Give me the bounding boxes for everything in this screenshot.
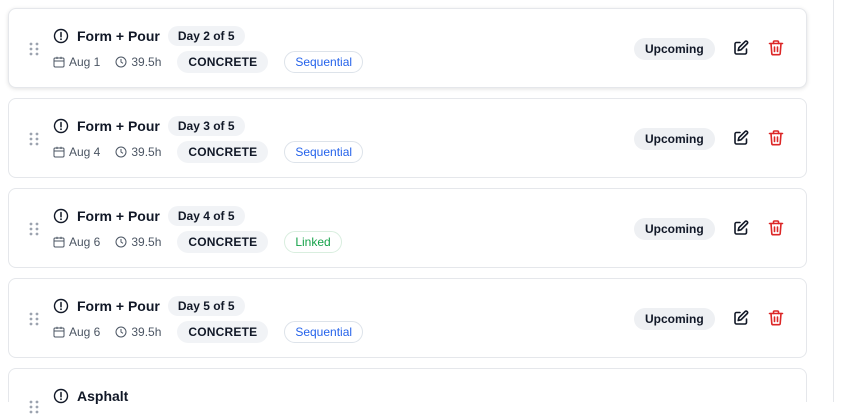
trash-icon[interactable] [767,129,785,147]
hours-label: 39.5h [131,145,162,159]
date-label: Aug 6 [69,235,101,249]
edit-icon[interactable] [732,39,750,57]
task-hours: 39.5h [115,55,161,69]
alert-circle-icon [53,208,69,224]
clock-icon [115,146,127,158]
calendar-icon [53,56,65,68]
task-title: Form + Pour [77,298,160,314]
hours-label: 39.5h [131,325,162,339]
task-hours: 39.5h [115,235,161,249]
status-badge: Upcoming [634,218,715,240]
task-date: Aug 1 [53,55,100,69]
link-type-badge: Sequential [284,321,364,343]
status-badge: Upcoming [634,308,715,330]
alert-circle-icon [53,298,69,314]
trade-badge: CONCRETE [177,51,269,73]
task-card[interactable]: Form + Pour Day 4 of 5 Aug 6 39.5h CONCR… [8,188,807,268]
clock-icon [115,236,127,248]
calendar-icon [53,326,65,338]
trash-icon[interactable] [767,219,785,237]
status-badge: Upcoming [634,128,715,150]
drag-handle-icon[interactable] [28,41,40,57]
trade-badge: CONCRETE [177,231,269,253]
day-badge: Day 2 of 5 [167,26,245,46]
calendar-icon [53,236,65,248]
link-type-badge: Linked [284,231,342,253]
task-date: Aug 6 [53,235,100,249]
alert-circle-icon [53,28,69,44]
task-hours: 39.5h [115,325,161,339]
trash-icon[interactable] [767,39,785,57]
alert-circle-icon [53,118,69,134]
task-card[interactable]: Form + Pour Day 3 of 5 Aug 4 39.5h CONCR… [8,98,807,178]
date-label: Aug 4 [69,145,101,159]
trade-badge: CONCRETE [177,321,269,343]
status-badge: Upcoming [634,38,715,60]
drag-handle-icon[interactable] [28,399,40,415]
edit-icon[interactable] [732,219,750,237]
task-date: Aug 6 [53,325,100,339]
task-card[interactable]: Form + Pour Day 5 of 5 Aug 6 39.5h CONCR… [8,278,807,358]
day-badge: Day 5 of 5 [167,296,245,316]
link-type-badge: Sequential [284,141,364,163]
hours-label: 39.5h [131,55,162,69]
date-label: Aug 6 [69,325,101,339]
task-title: Form + Pour [77,118,160,134]
drag-handle-icon[interactable] [28,311,40,327]
task-card[interactable]: Form + Pour Day 2 of 5 Aug 1 39.5h CONCR… [8,8,807,88]
calendar-icon [53,146,65,158]
date-label: Aug 1 [69,55,101,69]
edit-icon[interactable] [732,129,750,147]
task-card[interactable]: Asphalt [8,368,807,414]
drag-handle-icon[interactable] [28,221,40,237]
task-title: Form + Pour [77,28,160,44]
task-title: Form + Pour [77,208,160,224]
day-badge: Day 4 of 5 [167,206,245,226]
drag-handle-icon[interactable] [28,131,40,147]
trash-icon[interactable] [767,309,785,327]
day-badge: Day 3 of 5 [167,116,245,136]
trade-badge: CONCRETE [177,141,269,163]
edit-icon[interactable] [732,309,750,327]
link-type-badge: Sequential [284,51,364,73]
hours-label: 39.5h [131,235,162,249]
task-list: Form + Pour Day 2 of 5 Aug 1 39.5h CONCR… [0,0,847,414]
clock-icon [115,56,127,68]
scrollbar-track[interactable] [833,0,834,402]
clock-icon [115,326,127,338]
task-hours: 39.5h [115,145,161,159]
task-date: Aug 4 [53,145,100,159]
